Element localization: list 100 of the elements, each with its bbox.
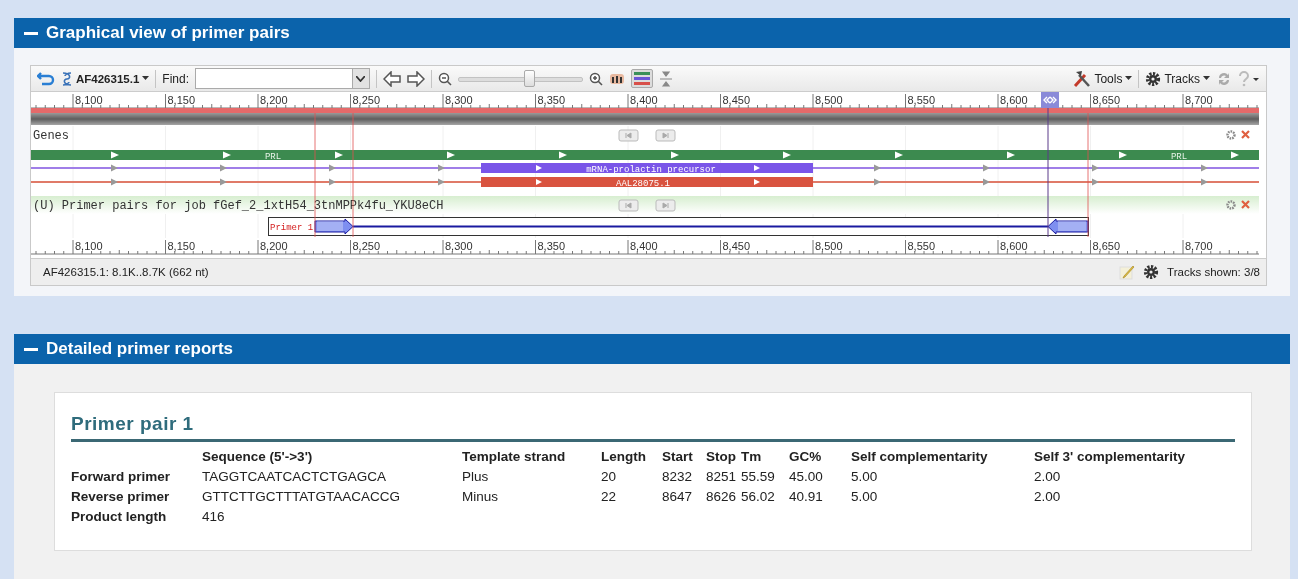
section-header[interactable]: Graphical view of primer pairs — [14, 18, 1290, 48]
next-button[interactable] — [655, 129, 676, 142]
range-marker-icon[interactable] — [1041, 92, 1059, 108]
zoom-in-icon[interactable] — [589, 71, 603, 86]
track-title: Genes — [33, 129, 69, 143]
gear-icon — [1145, 70, 1162, 87]
table-cell: 5.00 — [851, 486, 1034, 506]
table-cell-text: 2.00 — [1034, 467, 1062, 486]
ruler-label: 8,200 — [260, 240, 288, 252]
table-cell: 40.91 — [789, 486, 851, 506]
column-header: GC% — [789, 446, 851, 466]
ruler-label: 8,100 — [75, 240, 103, 252]
ruler-label: 8,650 — [1092, 94, 1121, 106]
column-header: Self complementarity — [851, 446, 1034, 466]
ruler-label: 8,300 — [445, 94, 473, 106]
pencil-icon[interactable] — [1119, 264, 1136, 280]
refresh-icon[interactable] — [1216, 70, 1232, 87]
gear-icon[interactable] — [1143, 264, 1160, 280]
row-label: Reverse primer — [71, 486, 202, 506]
ruler-label: 8,100 — [75, 94, 103, 106]
settings-icon[interactable] — [1226, 130, 1236, 140]
ruler-label: 8,550 — [907, 240, 936, 252]
table-cell: 8626 — [706, 486, 741, 506]
ruler-label: 8,250 — [352, 240, 381, 252]
table-cell: Minus — [462, 486, 601, 506]
ruler-label: 8,450 — [722, 94, 751, 106]
ruler-label: 8,150 — [167, 240, 196, 252]
ruler-label: 8,650 — [1092, 240, 1121, 252]
zoom-slider[interactable] — [458, 70, 583, 87]
table-cell: 22 — [601, 486, 662, 506]
feature-label: AAL28075.1 — [616, 178, 670, 189]
ruler-label: 8,150 — [167, 94, 196, 106]
table-cell: Plus — [462, 466, 601, 486]
caret-icon[interactable] — [356, 75, 366, 82]
ruler-label: 8,700 — [1185, 94, 1213, 106]
help-icon[interactable] — [1238, 70, 1260, 87]
find-label: Find: — [162, 71, 189, 86]
table-cell: 45.00 — [789, 466, 851, 486]
table-cell-text: GTTCTTGCTTTATGTAACACCG — [202, 487, 401, 506]
column-header: Length — [601, 446, 662, 466]
ruler-label: 8,450 — [722, 240, 751, 252]
sequence-icon[interactable] — [609, 71, 625, 86]
row-label: Product length — [71, 506, 202, 526]
ruler-label: 8,550 — [907, 94, 936, 106]
close-icon[interactable] — [1240, 129, 1251, 140]
ruler-label: 8,200 — [260, 94, 288, 106]
primer-label: Primer 1 — [270, 223, 314, 233]
previous-button[interactable] — [618, 129, 639, 142]
ruler-label: 8,500 — [815, 94, 843, 106]
tracks-menu[interactable]: Tracks — [1145, 70, 1210, 87]
track-colors-toggle[interactable] — [631, 69, 653, 88]
table-cell: 20 — [601, 466, 662, 486]
ruler-label: 8,250 — [352, 94, 381, 106]
find-field[interactable] — [195, 68, 370, 89]
mrna-feature[interactable] — [31, 163, 1259, 173]
left-arrow-icon[interactable] — [383, 70, 401, 87]
collapse-icon[interactable] — [24, 31, 38, 35]
ruler-label: 8,400 — [630, 94, 658, 106]
ruler-label: 8,600 — [1000, 240, 1028, 252]
caret-icon — [1125, 76, 1133, 81]
table-cell-text: 2.00 — [1034, 487, 1062, 506]
track-title: (U) Primer pairs for job fGef_2_1xtH54_3tnMPPk4fu_YKU8eCH — [33, 199, 444, 213]
tracks-icon — [633, 71, 651, 86]
cds-feature[interactable] — [31, 177, 1259, 187]
table-cell: 8647 — [662, 486, 706, 506]
close-icon[interactable] — [1240, 199, 1251, 210]
table-cell-text: TAGGTCAATCACTCTGAGCA — [202, 467, 387, 486]
collapse-icon[interactable] — [24, 347, 38, 351]
accession-dropdown[interactable]: AF426315.1 — [61, 70, 150, 87]
settings-icon[interactable] — [1226, 200, 1236, 210]
table-cell-text: 416 — [202, 507, 226, 526]
ruler-label: 8,500 — [815, 240, 843, 252]
column-header: Template strand — [462, 446, 601, 466]
gene-label: PRL — [264, 151, 282, 162]
primer-pair-feature[interactable] — [268, 217, 1089, 236]
status-text: AF426315.1: 8.1K..8.7K (662 nt) — [43, 266, 209, 278]
twist-icon — [61, 70, 73, 87]
ruler-label: 8,400 — [630, 240, 658, 252]
section-header[interactable]: Detailed primer reports — [14, 334, 1290, 364]
caret-icon — [142, 76, 150, 81]
next-button[interactable] — [655, 199, 676, 212]
tools-menu[interactable]: Tools — [1073, 70, 1133, 87]
previous-button[interactable] — [618, 199, 639, 212]
table-cell: 5.00 — [851, 466, 1034, 486]
caret-icon — [1203, 76, 1210, 81]
collapse-rows-icon[interactable] — [659, 70, 673, 87]
right-arrow-icon[interactable] — [407, 70, 425, 87]
back-icon[interactable] — [37, 70, 55, 87]
ruler-label: 8,350 — [537, 94, 566, 106]
table-cell: 56.02 — [741, 486, 789, 506]
table-cell: 8232 — [662, 466, 706, 486]
table-cell: 55.59 — [741, 466, 789, 486]
tracks-shown-text: Tracks shown: 3/8 — [1167, 266, 1260, 278]
ruler-label: 8,350 — [537, 240, 566, 252]
column-header: Start — [662, 446, 706, 466]
gene-feature[interactable] — [31, 150, 1259, 160]
column-header: Sequence (5'->3') — [202, 446, 462, 466]
row-label: Forward primer — [71, 466, 202, 486]
zoom-out-icon[interactable] — [438, 71, 452, 86]
column-header: Tm — [741, 446, 789, 466]
